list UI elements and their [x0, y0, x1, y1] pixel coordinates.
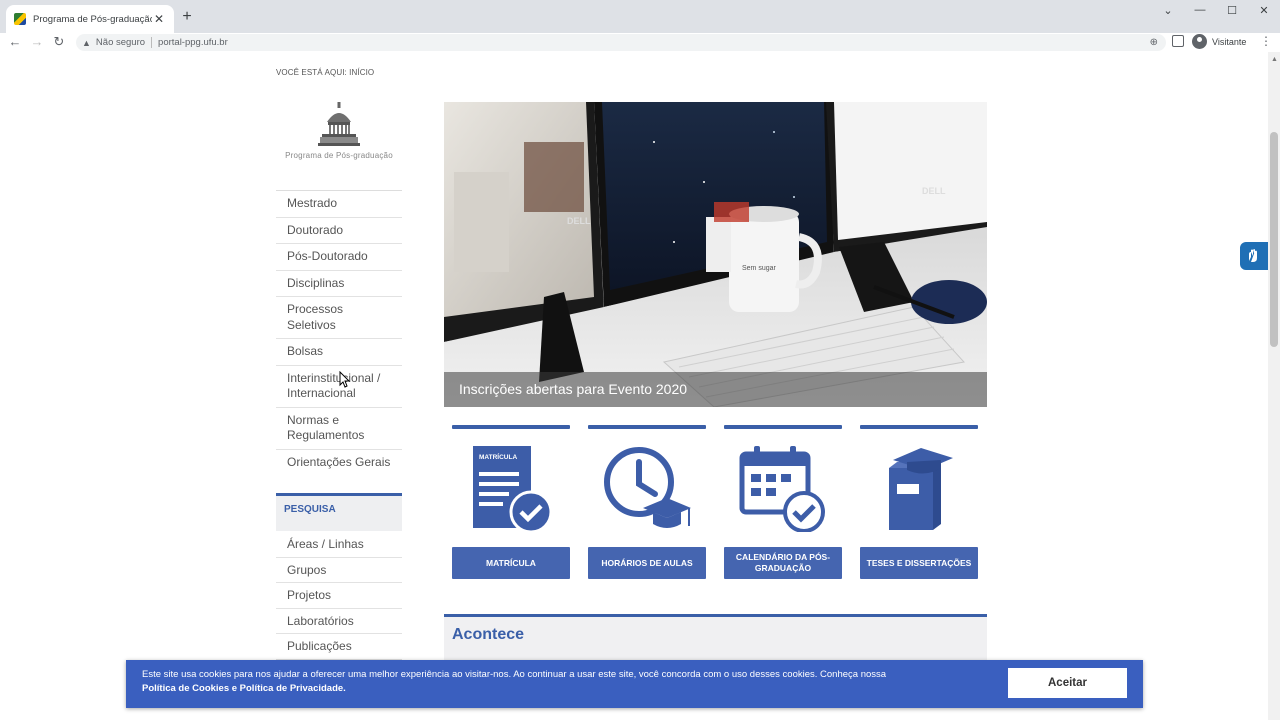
- logo-text: Programa de Pós-graduação: [285, 151, 393, 160]
- quick-link-label[interactable]: HORÁRIOS DE AULAS: [588, 547, 706, 579]
- mug-text: Sem sugar: [742, 265, 777, 272]
- maximize-button[interactable]: ☐: [1222, 4, 1242, 17]
- scroll-up-arrow-icon[interactable]: ▲: [1271, 56, 1278, 63]
- cookie-message-block: Este site usa cookies para nos ajudar a …: [142, 668, 982, 696]
- page-content: VOCÊ ESTÁ AQUI: INÍCIO Programa de Pós-g…: [0, 52, 1268, 720]
- tab-close-icon[interactable]: ✕: [152, 12, 166, 26]
- sidebar-item-areas-linhas[interactable]: Áreas / Linhas: [276, 532, 402, 558]
- sidebar-item-disciplinas[interactable]: Disciplinas: [276, 271, 402, 297]
- forward-arrow-icon[interactable]: →: [29, 34, 45, 50]
- sidebar-item-pos-doutorado[interactable]: Pós-Doutorado: [276, 244, 402, 271]
- back-arrow-icon[interactable]: ←: [7, 34, 23, 50]
- quick-link-label[interactable]: MATRÍCULA: [452, 547, 570, 579]
- calendar-check-icon: [724, 429, 842, 547]
- tab-search-icon[interactable]: ⌄: [1158, 4, 1178, 17]
- sidebar-item-bolsas[interactable]: Bolsas: [276, 339, 402, 366]
- quick-link-teses[interactable]: TESES E DISSERTAÇÕES: [860, 425, 978, 579]
- tab-title: Programa de Pós-graduação |: [33, 13, 152, 25]
- accessibility-hands-icon[interactable]: [1240, 242, 1268, 270]
- accept-cookies-button[interactable]: Aceitar: [1008, 668, 1127, 698]
- site-favicon-icon: [14, 13, 26, 25]
- warning-triangle-icon[interactable]: ▲: [82, 38, 91, 48]
- address-bar-row: ← → ↻ ▲ Não seguro portal-ppg.ufu.br ⊕: [0, 33, 1280, 52]
- sidebar-item-mestrado[interactable]: Mestrado: [276, 191, 402, 218]
- document-check-icon: MATRÍCULA: [452, 429, 570, 547]
- url-text[interactable]: portal-ppg.ufu.br: [158, 37, 228, 48]
- cookie-banner: Este site usa cookies para nos ajudar a …: [126, 660, 1143, 708]
- browser-tab[interactable]: Programa de Pós-graduação | ✕: [6, 5, 174, 33]
- pesquisa-nav: Áreas / Linhas Grupos Projetos Laboratór…: [276, 532, 402, 660]
- cookie-message: Este site usa cookies para nos ajudar a …: [142, 669, 887, 680]
- monitor-brand-text-right: DELL: [922, 186, 946, 196]
- quick-link-calendario[interactable]: CALENDÁRIO DA PÓS-GRADUAÇÃO: [724, 425, 842, 579]
- document-label: MATRÍCULA: [479, 452, 517, 461]
- breadcrumb: VOCÊ ESTÁ AQUI: INÍCIO: [276, 68, 375, 77]
- profile-name: Visitante: [1212, 36, 1247, 47]
- kebab-menu-icon[interactable]: ⋮: [1260, 34, 1272, 48]
- sidebar-item-normas[interactable]: Normas e Regulamentos: [276, 408, 402, 450]
- window-close-button[interactable]: ✕: [1254, 4, 1274, 17]
- hero-caption[interactable]: Inscrições abertas para Evento 2020: [444, 372, 987, 407]
- hero-banner[interactable]: Sem sugar DELL DELL Inscrições abertas p…: [444, 102, 987, 407]
- sidebar-item-grupos[interactable]: Grupos: [276, 558, 402, 583]
- site-logo[interactable]: Programa de Pós-graduação: [278, 102, 400, 160]
- quick-link-label[interactable]: CALENDÁRIO DA PÓS-GRADUAÇÃO: [724, 547, 842, 579]
- profile-avatar-icon: [1192, 34, 1207, 49]
- omnibox[interactable]: ▲ Não seguro portal-ppg.ufu.br ⊕: [76, 34, 1166, 51]
- page-scrollbar[interactable]: ▲: [1268, 52, 1280, 720]
- profile-button[interactable]: Visitante: [1192, 34, 1246, 49]
- sidebar-item-orientacoes[interactable]: Orientações Gerais: [276, 450, 402, 476]
- security-label[interactable]: Não seguro: [96, 37, 145, 48]
- reload-icon[interactable]: ↻: [51, 34, 67, 50]
- scrollbar-thumb[interactable]: [1270, 132, 1278, 347]
- omnibox-separator: [151, 37, 153, 48]
- pesquisa-heading: PESQUISA: [276, 493, 402, 531]
- sidebar-item-doutorado[interactable]: Doutorado: [276, 218, 402, 244]
- monitor-brand-text: DELL: [567, 216, 591, 226]
- side-panel-icon[interactable]: [1172, 35, 1184, 47]
- browser-tab-bar: Programa de Pós-graduação | ✕ + ⌄ — ☐ ✕: [0, 0, 1280, 33]
- mouse-cursor-icon: [339, 371, 351, 388]
- sidebar-item-publicacoes[interactable]: Publicações: [276, 634, 402, 660]
- hero-image: Sem sugar DELL DELL: [444, 102, 987, 407]
- zoom-icon[interactable]: ⊕: [1150, 37, 1158, 48]
- quick-link-matricula[interactable]: MATRÍCULA MATRÍCULA: [452, 425, 570, 579]
- quick-link-horarios[interactable]: HORÁRIOS DE AULAS: [588, 425, 706, 579]
- sidebar-nav: Mestrado Doutorado Pós-Doutorado Discipl…: [276, 190, 402, 475]
- quick-link-label[interactable]: TESES E DISSERTAÇÕES: [860, 547, 978, 579]
- sidebar-item-laboratorios[interactable]: Laboratórios: [276, 609, 402, 634]
- sidebar-item-processos-seletivos[interactable]: Processos Seletivos: [276, 297, 402, 339]
- capitol-building-icon: [318, 102, 360, 146]
- clock-graduation-icon: [588, 429, 706, 547]
- sidebar-item-projetos[interactable]: Projetos: [276, 583, 402, 609]
- thesis-book-icon: [860, 429, 978, 547]
- new-tab-button[interactable]: +: [178, 8, 196, 26]
- cookie-policy-link[interactable]: Política de Cookies e Política de Privac…: [142, 683, 346, 694]
- minimize-button[interactable]: —: [1190, 4, 1210, 16]
